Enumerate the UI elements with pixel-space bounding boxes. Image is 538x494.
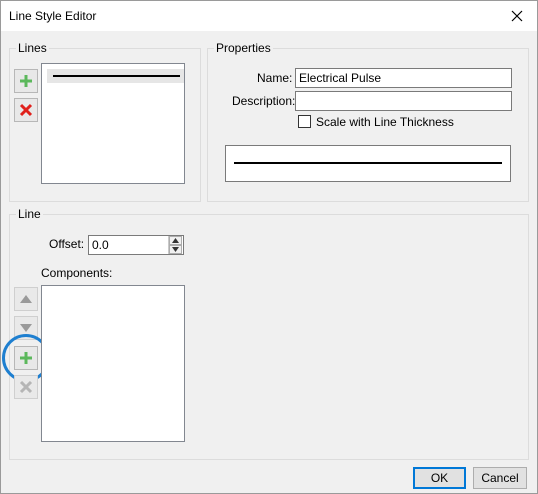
delete-line-button[interactable] — [14, 98, 38, 122]
ok-button[interactable]: OK — [413, 467, 466, 489]
plus-icon — [20, 75, 32, 87]
line-style-preview-swatch — [53, 75, 180, 77]
description-field[interactable] — [295, 91, 512, 111]
lines-group-label: Lines — [16, 41, 49, 55]
name-field[interactable]: Electrical Pulse — [295, 68, 512, 88]
title-bar: Line Style Editor — [1, 1, 537, 31]
window-title: Line Style Editor — [9, 9, 97, 23]
lines-list[interactable] — [41, 63, 185, 184]
components-list[interactable] — [41, 285, 185, 442]
delete-x-icon — [19, 380, 33, 394]
arrow-up-icon — [172, 238, 179, 243]
name-label: Name: — [257, 71, 293, 85]
arrow-up-icon — [20, 295, 32, 303]
arrow-down-icon — [172, 247, 179, 252]
line-style-editor-dialog: Line Style Editor Lines Properties Name:… — [0, 0, 538, 494]
close-button[interactable] — [497, 1, 537, 31]
close-icon — [511, 10, 523, 22]
delete-component-button[interactable] — [14, 375, 38, 399]
spin-up-button[interactable] — [169, 236, 182, 245]
add-line-button[interactable] — [14, 69, 38, 93]
offset-spinner[interactable] — [168, 236, 182, 254]
scale-with-thickness-label: Scale with Line Thickness — [316, 115, 454, 129]
arrow-down-icon — [20, 324, 32, 332]
list-item[interactable] — [47, 69, 184, 83]
move-up-button[interactable] — [14, 287, 38, 311]
components-label: Components: — [41, 266, 113, 280]
offset-label: Offset: — [49, 237, 85, 251]
preview-line-stroke — [234, 162, 502, 164]
line-preview — [225, 145, 511, 182]
delete-x-icon — [19, 103, 33, 117]
properties-group-label: Properties — [214, 41, 273, 55]
spin-down-button[interactable] — [169, 245, 182, 254]
scale-with-thickness-checkbox[interactable] — [298, 115, 311, 128]
description-label: Description: — [232, 94, 296, 108]
line-group-label: Line — [16, 207, 43, 221]
cancel-button[interactable]: Cancel — [473, 467, 527, 489]
